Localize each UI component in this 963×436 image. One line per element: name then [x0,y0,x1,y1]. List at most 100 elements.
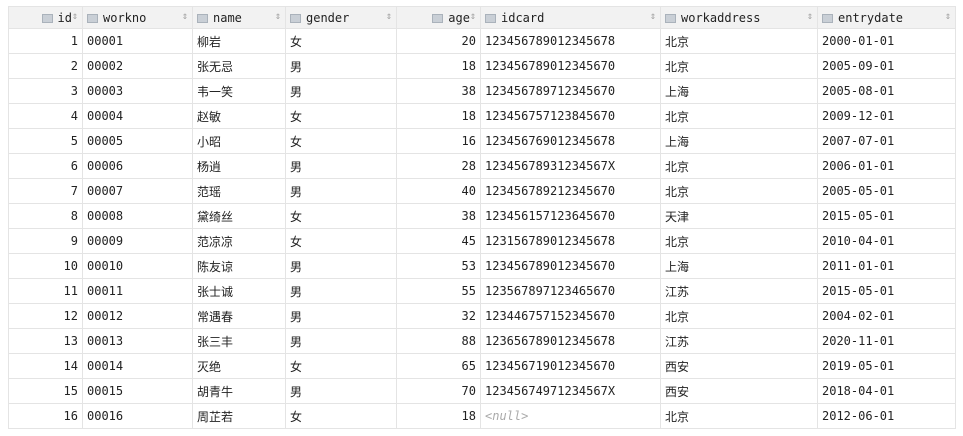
cell-age[interactable]: 55 [396,278,481,304]
table-row[interactable]: 3 00003 韦一笑男 38 123456789712345670 上海 2005-08-… [8,78,956,104]
cell-age[interactable]: 88 [396,328,481,354]
cell-workaddress[interactable]: 西安 [660,378,818,404]
cell-entrydate[interactable]: 2010-04-01 [817,228,956,254]
cell-workno[interactable]: 00001 [82,28,193,54]
cell-gender[interactable]: 男 [285,328,397,354]
cell-id[interactable]: 9 [8,228,83,254]
table-row[interactable]: 12 00012 常遇春男 32 123446757152345670 北京 2004-02… [8,303,956,329]
cell-workaddress[interactable]: 上海 [660,78,818,104]
cell-idcard[interactable]: 123456789212345670 [480,178,661,204]
cell-id[interactable]: 16 [8,403,83,429]
cell-id[interactable]: 3 [8,78,83,104]
table-row[interactable]: 7 00007 范瑶男 40 123456789212345670 北京 2005-05-0… [8,178,956,204]
cell-workno[interactable]: 00002 [82,53,193,79]
cell-workaddress[interactable]: 江苏 [660,328,818,354]
table-row[interactable]: 11 00011 张士诚男 55 123567897123465670 江苏 2015-05… [8,278,956,304]
cell-entrydate[interactable]: 2004-02-01 [817,303,956,329]
sort-icon[interactable]: ⇕ [386,11,392,22]
cell-workaddress[interactable]: 北京 [660,103,818,129]
cell-name[interactable]: 张无忌 [192,53,286,79]
cell-workno[interactable]: 00014 [82,353,193,379]
cell-workaddress[interactable]: 西安 [660,353,818,379]
cell-idcard[interactable]: 123446757152345670 [480,303,661,329]
table-row[interactable]: 10 00010 陈友谅男 53 123456789012345670 上海 2011-01… [8,253,956,279]
cell-entrydate[interactable]: 2000-01-01 [817,28,956,54]
cell-workaddress[interactable]: 北京 [660,28,818,54]
cell-idcard[interactable]: 123456789012345670 [480,53,661,79]
table-row[interactable]: 1 00001 柳岩女 20 123456789012345678 北京 2000-01-0… [8,28,956,54]
cell-gender[interactable]: 女 [285,203,397,229]
cell-id[interactable]: 13 [8,328,83,354]
cell-age[interactable]: 18 [396,53,481,79]
cell-age[interactable]: 20 [396,28,481,54]
table-row[interactable]: 8 00008 黛绮丝女 38 123456157123645670 天津 2015-05-… [8,203,956,229]
cell-workaddress[interactable]: 北京 [660,53,818,79]
cell-gender[interactable]: 女 [285,228,397,254]
cell-entrydate[interactable]: 2005-08-01 [817,78,956,104]
cell-id[interactable]: 2 [8,53,83,79]
cell-idcard[interactable]: 12345678931234567X [480,153,661,179]
cell-id[interactable]: 4 [8,103,83,129]
cell-gender[interactable]: 男 [285,178,397,204]
cell-entrydate[interactable]: 2006-01-01 [817,153,956,179]
sort-icon[interactable]: ⇕ [275,11,281,22]
cell-gender[interactable]: 女 [285,103,397,129]
cell-age[interactable]: 32 [396,303,481,329]
table-row[interactable]: 5 00005 小昭女 16 123456769012345678 上海 2007-07-0… [8,128,956,154]
cell-idcard[interactable]: 12345674971234567X [480,378,661,404]
cell-entrydate[interactable]: 2020-11-01 [817,328,956,354]
cell-entrydate[interactable]: 2005-09-01 [817,53,956,79]
column-header-workaddress[interactable]: workaddress ⇕ [660,6,818,29]
cell-idcard[interactable]: 123456157123645670 [480,203,661,229]
sort-icon[interactable]: ⇕ [470,11,476,22]
cell-id[interactable]: 14 [8,353,83,379]
table-row[interactable]: 2 00002 张无忌男 18 123456789012345670 北京 2005-09-… [8,53,956,79]
table-row[interactable]: 16 00016 周芷若女 18 <null> 北京 2012-06-01 [8,403,956,429]
cell-idcard[interactable]: 123456789012345678 [480,28,661,54]
sort-icon[interactable]: ⇕ [945,11,951,22]
cell-workno[interactable]: 00012 [82,303,193,329]
cell-name[interactable]: 小昭 [192,128,286,154]
cell-name[interactable]: 陈友谅 [192,253,286,279]
cell-workno[interactable]: 00015 [82,378,193,404]
sort-icon[interactable]: ⇕ [182,11,188,22]
cell-id[interactable]: 7 [8,178,83,204]
cell-age[interactable]: 28 [396,153,481,179]
cell-entrydate[interactable]: 2019-05-01 [817,353,956,379]
cell-workaddress[interactable]: 北京 [660,228,818,254]
cell-workno[interactable]: 00006 [82,153,193,179]
cell-idcard[interactable]: <null> [480,403,661,429]
column-header-idcard[interactable]: idcard ⇕ [480,6,661,29]
cell-age[interactable]: 16 [396,128,481,154]
cell-entrydate[interactable]: 2007-07-01 [817,128,956,154]
cell-id[interactable]: 15 [8,378,83,404]
cell-gender[interactable]: 女 [285,403,397,429]
column-header-workno[interactable]: workno ⇕ [82,6,193,29]
cell-age[interactable]: 18 [396,103,481,129]
cell-gender[interactable]: 男 [285,378,397,404]
cell-workno[interactable]: 00008 [82,203,193,229]
cell-workaddress[interactable]: 北京 [660,153,818,179]
cell-name[interactable]: 灭绝 [192,353,286,379]
cell-id[interactable]: 12 [8,303,83,329]
cell-name[interactable]: 范凉凉 [192,228,286,254]
cell-gender[interactable]: 男 [285,153,397,179]
cell-name[interactable]: 胡青牛 [192,378,286,404]
cell-idcard[interactable]: 123156789012345678 [480,228,661,254]
cell-workno[interactable]: 00011 [82,278,193,304]
cell-workaddress[interactable]: 北京 [660,303,818,329]
table-row[interactable]: 15 00015 胡青牛男 70 12345674971234567X 西安 2018-04… [8,378,956,404]
cell-name[interactable]: 杨逍 [192,153,286,179]
cell-workno[interactable]: 00003 [82,78,193,104]
cell-entrydate[interactable]: 2012-06-01 [817,403,956,429]
table-row[interactable]: 14 00014 灭绝女 65 123456719012345670 西安 2019-05-… [8,353,956,379]
cell-age[interactable]: 38 [396,78,481,104]
sort-icon[interactable]: ⇕ [650,11,656,22]
cell-name[interactable]: 张三丰 [192,328,286,354]
cell-gender[interactable]: 男 [285,303,397,329]
cell-age[interactable]: 70 [396,378,481,404]
cell-workno[interactable]: 00013 [82,328,193,354]
cell-name[interactable]: 周芷若 [192,403,286,429]
cell-workaddress[interactable]: 上海 [660,128,818,154]
cell-gender[interactable]: 女 [285,128,397,154]
